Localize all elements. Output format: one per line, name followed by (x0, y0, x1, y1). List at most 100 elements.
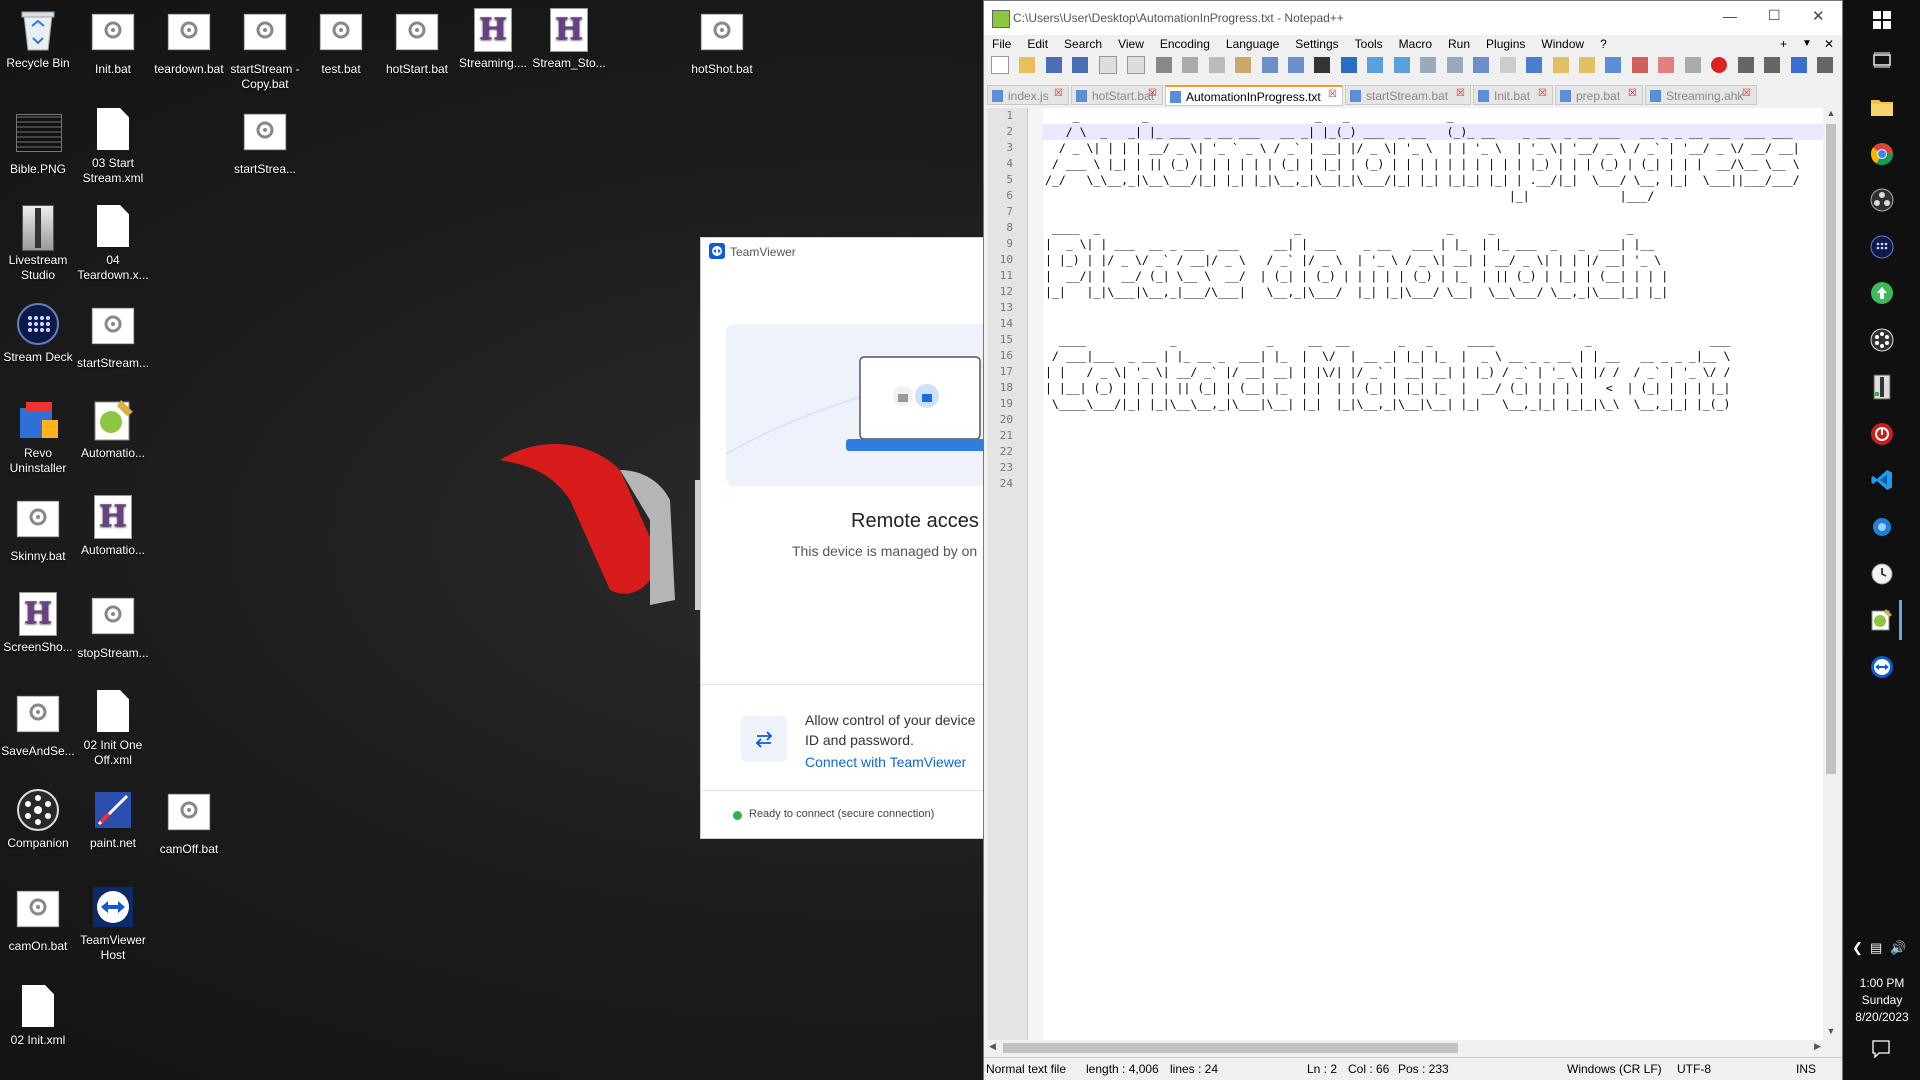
automation-notepadpp-icon[interactable]: Automatio... (75, 398, 151, 461)
livestream-taskbar-button[interactable] (1862, 367, 1902, 407)
editor-text[interactable]: _ _ _ _ _ / \ _ _| |_ ___ _ __ ___ __ _|… (1043, 108, 1823, 428)
scroll-right-arrow-icon[interactable]: ▶ (1814, 1041, 1821, 1052)
stop-macro-icon[interactable] (1737, 57, 1754, 73)
tab-prep-bat[interactable]: prep.bat ☒ (1555, 85, 1643, 105)
volume-icon[interactable]: 🔊 (1890, 940, 1906, 956)
camon-bat-icon[interactable]: camOn.bat (0, 885, 76, 954)
undo-icon[interactable] (1261, 57, 1278, 73)
tab-index-js[interactable]: index.js ☒ (987, 85, 1069, 105)
sync-h-icon[interactable] (1446, 57, 1463, 73)
sync-v-icon[interactable] (1420, 57, 1437, 73)
livestream-studio-icon[interactable]: Livestream Studio (0, 205, 76, 283)
indent-guide-icon[interactable] (1526, 57, 1543, 73)
init-one-off-xml-icon[interactable]: 02 Init One Off.xml (75, 690, 151, 768)
eol-status[interactable]: Windows (CR LF) (1567, 1058, 1662, 1080)
minimize-button[interactable]: — (1723, 8, 1737, 24)
save-icon[interactable] (1045, 57, 1062, 73)
menu-plugins[interactable]: Plugins (1478, 33, 1533, 55)
screenshot-ahk-icon[interactable]: H ScreenSho... (0, 592, 76, 655)
recycle-bin-icon[interactable]: Recycle Bin (0, 8, 76, 71)
teamviewer-taskbar-button[interactable] (1862, 647, 1902, 687)
teardown-xml-icon[interactable]: 04 Teardown.x... (75, 205, 151, 283)
show-all-chars-icon[interactable] (1499, 57, 1516, 73)
tab-init-bat[interactable]: Init.bat ☒ (1473, 85, 1553, 105)
folder-workspace-icon[interactable] (1631, 57, 1648, 73)
teamviewer-window[interactable]: TeamViewer Remote acces This device is m… (700, 237, 987, 839)
close-button[interactable]: ✕ (1812, 7, 1825, 25)
red-app-button[interactable] (1862, 414, 1902, 454)
run-macro-multiple-icon[interactable] (1790, 57, 1807, 73)
stream-deck-taskbar-button[interactable] (1862, 227, 1902, 267)
scroll-up-arrow-icon[interactable]: ▲ (1823, 108, 1839, 122)
record-macro-icon[interactable] (1711, 57, 1728, 73)
maximize-button[interactable]: ☐ (1768, 7, 1781, 24)
menu-tools[interactable]: Tools (1347, 33, 1391, 55)
menu-run[interactable]: Run (1440, 33, 1478, 55)
startstream2-bat-icon[interactable]: startStream... (75, 302, 151, 371)
menu-window[interactable]: Window (1533, 33, 1592, 55)
wrap-icon[interactable] (1473, 57, 1490, 73)
open-file-icon[interactable] (1019, 57, 1036, 73)
udl-icon[interactable] (1552, 57, 1569, 73)
redo-icon[interactable] (1287, 57, 1304, 73)
notepadpp-taskbar-button[interactable] (1862, 600, 1902, 640)
close-all-icon[interactable] (1127, 56, 1146, 74)
blue-app-button[interactable] (1862, 507, 1902, 547)
new-tab-button[interactable]: + (1772, 33, 1795, 55)
skinny-bat-icon[interactable]: Skinny.bat (0, 495, 76, 564)
save-all-icon[interactable] (1072, 57, 1089, 73)
tab-close-icon[interactable]: ☒ (1742, 89, 1752, 99)
monitoring-icon[interactable] (1658, 57, 1675, 73)
text-editor[interactable]: _ _ _ _ _ / \ _ _| |_ ___ _ __ ___ __ _|… (1043, 108, 1823, 1040)
find-icon[interactable] (1314, 57, 1331, 73)
menu-edit[interactable]: Edit (1019, 33, 1056, 55)
paintnet-icon[interactable]: paint.net (75, 788, 151, 851)
tab-close-icon[interactable]: ☒ (1628, 89, 1638, 99)
teamviewer-host-icon[interactable]: TeamViewer Host (75, 885, 151, 963)
tab-close-icon[interactable]: ☒ (1456, 89, 1466, 99)
teardown-bat-icon[interactable]: teardown.bat (151, 8, 227, 77)
saveandse-bat-icon[interactable]: SaveAndSe... (0, 690, 76, 759)
menu-macro[interactable]: Macro (1391, 33, 1440, 55)
play-macro-icon[interactable] (1764, 57, 1781, 73)
doc-map-icon[interactable] (1578, 57, 1595, 73)
stream-stop-ahk-icon[interactable]: H Stream_Sto... (531, 8, 607, 71)
notepadpp-window[interactable]: C:\Users\User\Desktop\AutomationInProgre… (983, 0, 1843, 1080)
tab-close-icon[interactable]: ☒ (1148, 89, 1158, 99)
replace-icon[interactable] (1340, 57, 1357, 73)
clock-app-button[interactable] (1862, 554, 1902, 594)
func-list-icon[interactable] (1605, 57, 1622, 73)
hotstart-bat-icon[interactable]: hotStart.bat (379, 8, 455, 77)
upload-app-button[interactable] (1862, 273, 1902, 313)
stopstream-bat-icon[interactable]: stopStream... (75, 592, 151, 661)
init-xml-icon[interactable]: 02 Init.xml (0, 985, 76, 1048)
menu-language[interactable]: Language (1218, 33, 1287, 55)
tab-hotstart-bat[interactable]: hotStart.bat ☒ (1071, 85, 1163, 105)
close-file-icon[interactable] (1098, 56, 1117, 74)
vertical-scrollbar[interactable]: ▲ ▼ (1823, 108, 1839, 1040)
cut-icon[interactable] (1182, 57, 1199, 73)
paste-icon[interactable] (1235, 57, 1252, 73)
insert-mode-status[interactable]: INS (1796, 1058, 1816, 1080)
close-doc-button[interactable]: ✕ (1816, 33, 1842, 55)
init-bat-icon[interactable]: Init.bat (75, 8, 151, 77)
connect-with-teamviewer-link[interactable]: Connect with TeamViewer (805, 754, 966, 770)
revo-uninstaller-icon[interactable]: Revo Uninstaller (0, 398, 76, 476)
task-view-button[interactable] (1862, 40, 1902, 80)
tab-close-icon[interactable]: ☒ (1328, 90, 1338, 100)
menu-encoding[interactable]: Encoding (1152, 33, 1218, 55)
tab-streaming-ahk[interactable]: Streaming.ahk ☒ (1645, 85, 1757, 105)
file-explorer-button[interactable] (1862, 87, 1902, 127)
vscode-button[interactable] (1862, 460, 1902, 500)
zoom-in-icon[interactable] (1367, 57, 1384, 73)
start-button[interactable] (1862, 0, 1902, 40)
copy-icon[interactable] (1208, 57, 1225, 73)
tray-chevron-icon[interactable]: ❮ (1852, 940, 1863, 956)
menu-file[interactable]: File (984, 33, 1019, 55)
horizontal-scrollbar[interactable]: ◀ ▶ (987, 1040, 1823, 1056)
new-file-icon[interactable] (991, 56, 1009, 74)
companion-taskbar-button[interactable] (1862, 320, 1902, 360)
menu-help[interactable]: ? (1592, 33, 1615, 55)
obs-button[interactable] (1862, 180, 1902, 220)
menu-view[interactable]: View (1110, 33, 1152, 55)
